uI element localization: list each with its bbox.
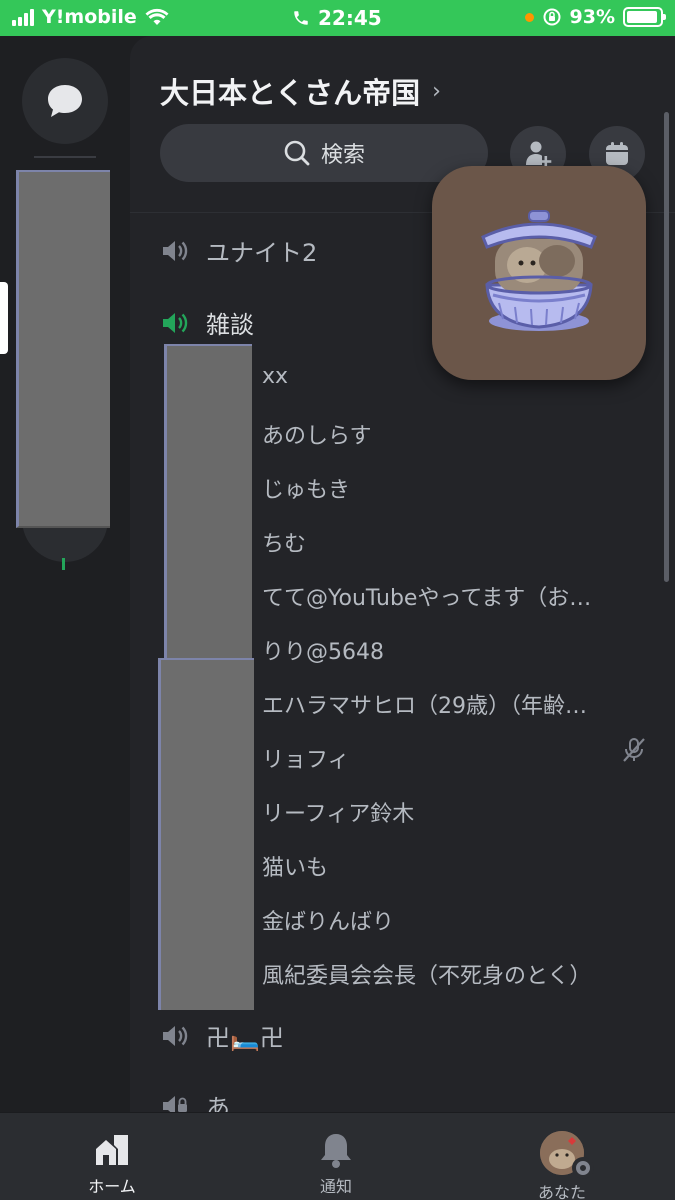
channel-name: ユナイト2 [206, 239, 318, 267]
calendar-icon [606, 142, 628, 165]
nav-you[interactable]: あなた [502, 1131, 622, 1200]
speaker-icon [163, 312, 188, 333]
voice-member[interactable]: りり@5648 [262, 634, 642, 666]
user-avatar [540, 1131, 594, 1179]
direct-messages-button[interactable] [22, 58, 108, 144]
voice-member[interactable]: あのしらす [262, 418, 642, 450]
channel-name: 雑談 [206, 311, 254, 339]
nav-you-label: あなた [537, 1183, 586, 1200]
voice-member[interactable]: じゅもき [262, 472, 642, 504]
bell-icon [321, 1134, 351, 1168]
wifi-icon [145, 8, 169, 25]
voice-channel[interactable]: 卍🛏️卍 [160, 1018, 284, 1053]
mic-muted-icon [623, 738, 645, 762]
voice-member[interactable]: 風紀委員会会長（不死身のとく） [262, 958, 642, 990]
voice-member[interactable]: エハラマサヒロ（29歳）（年齢… [262, 688, 642, 720]
selected-server-pill [0, 282, 8, 354]
search-label: 検索 [320, 143, 365, 168]
voice-member[interactable]: 金ばりんばり [262, 904, 642, 936]
status-indicator [572, 1157, 594, 1179]
add-member-icon [526, 141, 552, 167]
search-button[interactable]: 検索 [160, 124, 488, 182]
redacted-member-avatars [158, 658, 254, 1010]
redacted-member-avatars [164, 344, 252, 674]
battery-percent: 93% [569, 6, 615, 28]
cat-in-pot-image [481, 210, 597, 331]
status-bar: Y!mobile 22:45 93% [0, 0, 675, 36]
voice-member[interactable]: リョフィ [262, 742, 602, 774]
server-avatar-popup[interactable] [432, 166, 646, 380]
search-icon [284, 140, 310, 166]
status-center: 22:45 [292, 6, 382, 30]
nav-notifications-label: 通知 [319, 1177, 352, 1196]
voice-member[interactable]: てて@YouTubeやってます（お… [262, 580, 642, 612]
phone-icon [294, 11, 308, 25]
channel-name: あ [206, 1094, 230, 1112]
voice-channel[interactable]: あ [160, 1088, 230, 1112]
chevron-right-icon: › [432, 78, 441, 104]
scrollbar[interactable] [664, 112, 669, 582]
recording-indicator [524, 12, 534, 22]
voice-channel-active[interactable]: 雑談 [160, 305, 254, 340]
rail-divider [34, 156, 96, 158]
voice-member[interactable]: 猫いも [262, 850, 642, 882]
voice-member[interactable]: リーフィア鈴木 [262, 796, 642, 828]
speaker-locked-icon [163, 1095, 187, 1112]
rotation-lock-icon [543, 8, 561, 26]
nav-home[interactable]: ホーム [52, 1131, 172, 1197]
signal-icon [12, 8, 34, 26]
chat-bubble-icon [48, 85, 82, 117]
bottom-navigation: ホーム 通知 あなた [0, 1112, 675, 1200]
voice-activity-indicator [62, 558, 65, 570]
speaker-icon [163, 240, 188, 261]
home-icon [96, 1135, 128, 1165]
speaker-icon [163, 1025, 188, 1046]
server-title[interactable]: 大日本とくさん帝国 › [160, 70, 441, 112]
voice-member[interactable]: ちむ [262, 526, 642, 558]
status-right: 93% [524, 6, 666, 28]
voice-channel[interactable]: ユナイト2 [160, 233, 317, 268]
server-name: 大日本とくさん帝国 [160, 76, 421, 110]
battery-icon [623, 7, 666, 27]
status-left: Y!mobile [12, 6, 169, 28]
carrier-label: Y!mobile [42, 6, 137, 28]
nav-notifications[interactable]: 通知 [276, 1131, 396, 1197]
clock: 22:45 [318, 6, 382, 30]
channel-name: 卍🛏️卍 [206, 1024, 284, 1052]
nav-home-label: ホーム [88, 1177, 136, 1196]
redacted-server-icons [16, 170, 110, 528]
app-screen: Y!mobile 22:45 93% 大日本とくさん帝国 › 検索 ユナイト2 … [0, 0, 675, 1200]
